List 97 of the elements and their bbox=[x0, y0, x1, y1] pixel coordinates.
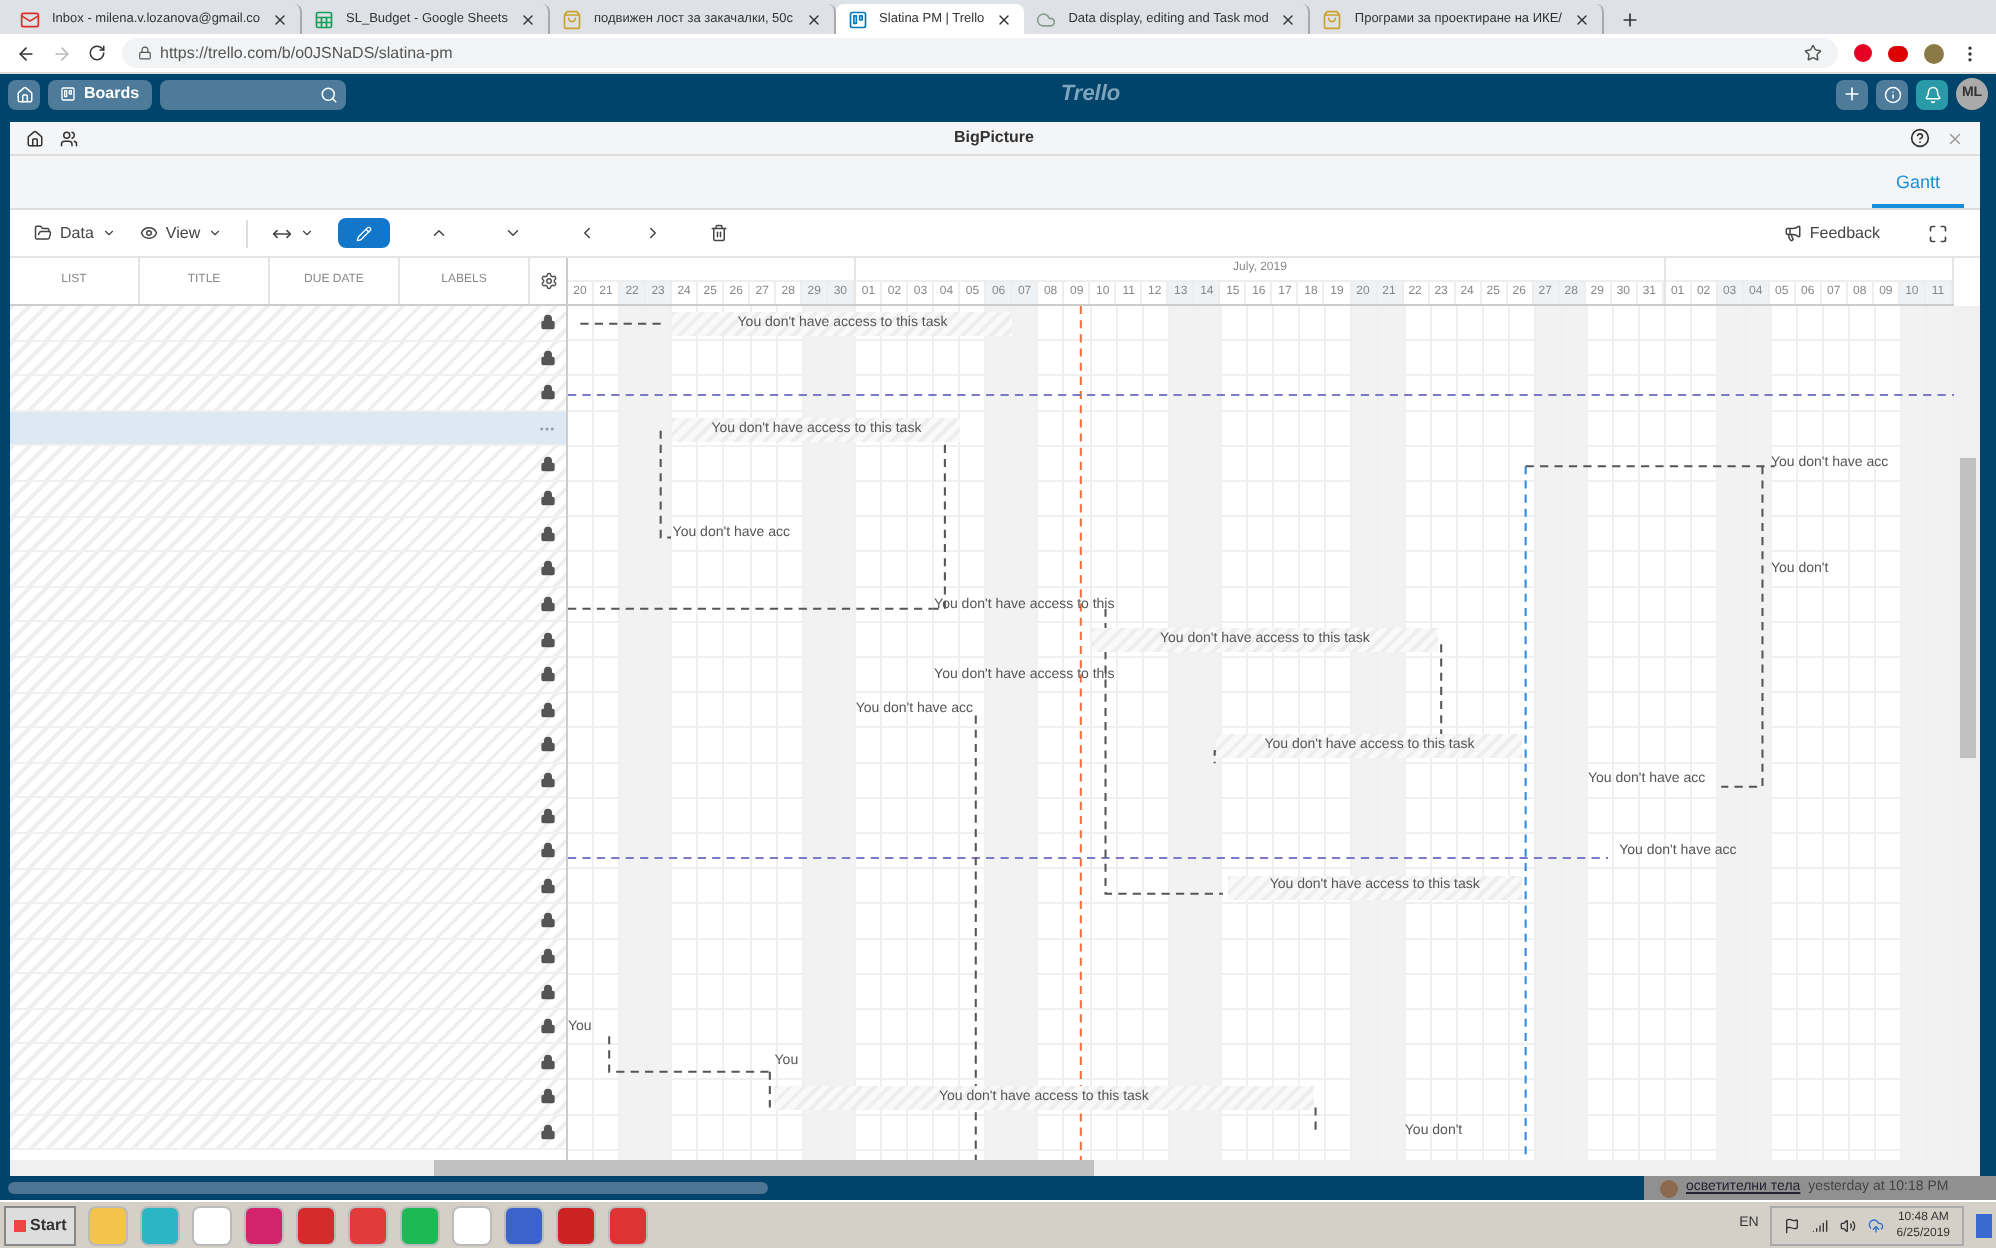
back-icon[interactable] bbox=[16, 43, 36, 63]
cloud-icon[interactable] bbox=[1868, 1217, 1885, 1233]
board-icon bbox=[60, 86, 76, 102]
pencil-icon bbox=[356, 225, 373, 241]
add-button[interactable] bbox=[1836, 79, 1868, 109]
users-icon[interactable] bbox=[60, 129, 78, 147]
mail-icon bbox=[20, 9, 40, 29]
dependency-line bbox=[659, 430, 671, 539]
lock-icon bbox=[539, 455, 555, 472]
lock-icon bbox=[138, 46, 152, 60]
flag-icon[interactable] bbox=[1784, 1217, 1801, 1233]
lock-icon bbox=[539, 736, 555, 753]
forward-icon[interactable] bbox=[52, 43, 72, 63]
close-icon[interactable] bbox=[519, 11, 536, 27]
start-button[interactable]: Start bbox=[4, 1205, 77, 1245]
move-up-icon[interactable] bbox=[430, 224, 449, 242]
lock-icon bbox=[539, 490, 555, 507]
volume-icon[interactable] bbox=[1840, 1217, 1857, 1233]
shop-icon bbox=[561, 9, 582, 29]
caret-icon bbox=[101, 226, 116, 240]
settings-icon[interactable] bbox=[539, 272, 557, 290]
folder-icon bbox=[34, 224, 52, 242]
taskbar-app-icon[interactable] bbox=[452, 1205, 493, 1245]
trello-logo[interactable]: Trello bbox=[1060, 77, 1121, 111]
shop-icon bbox=[1322, 9, 1343, 29]
dependency-line bbox=[580, 322, 667, 325]
taskbar-app-icon[interactable] bbox=[608, 1205, 649, 1245]
sheet-icon bbox=[314, 9, 335, 29]
search-field[interactable] bbox=[159, 79, 346, 109]
board-icon bbox=[847, 9, 868, 29]
lock-icon bbox=[539, 631, 555, 648]
lock-icon bbox=[539, 772, 555, 789]
network-icon[interactable] bbox=[1812, 1217, 1829, 1233]
lock-icon bbox=[539, 1018, 555, 1035]
lock-icon bbox=[539, 912, 555, 929]
lock-icon bbox=[539, 701, 555, 718]
dialog-title: BigPicture bbox=[951, 126, 1036, 150]
eye-icon bbox=[139, 224, 158, 242]
lock-icon bbox=[539, 560, 555, 577]
taskbar-app-icon[interactable] bbox=[192, 1205, 233, 1245]
bookmark-star-icon[interactable] bbox=[1804, 44, 1822, 62]
lock-icon bbox=[539, 1088, 555, 1105]
move-down-icon[interactable] bbox=[504, 224, 523, 242]
close-icon[interactable] bbox=[1280, 11, 1297, 27]
lock-icon bbox=[539, 842, 555, 859]
cloud-icon bbox=[1036, 9, 1057, 29]
close-icon[interactable] bbox=[1573, 11, 1590, 27]
view-menu-button[interactable]: View bbox=[139, 221, 223, 245]
home-icon[interactable] bbox=[26, 129, 44, 147]
close-icon[interactable] bbox=[996, 11, 1013, 27]
caret-icon bbox=[300, 226, 315, 240]
lock-icon bbox=[539, 384, 555, 401]
address-field[interactable]: https://trello.com/b/o0JSNaDS/slatina-pm bbox=[122, 38, 1838, 68]
edit-button[interactable] bbox=[338, 218, 391, 248]
lock-icon bbox=[539, 666, 555, 683]
help-icon[interactable] bbox=[1910, 128, 1930, 148]
lock-icon bbox=[539, 314, 555, 331]
taskbar-app-icon[interactable] bbox=[244, 1205, 285, 1245]
new-tab-icon[interactable] bbox=[1619, 10, 1640, 30]
close-icon[interactable] bbox=[805, 11, 822, 27]
lock-icon bbox=[539, 596, 555, 613]
dependency-line bbox=[1314, 1107, 1317, 1135]
taskbar-app-icon[interactable] bbox=[348, 1205, 389, 1245]
delete-icon[interactable] bbox=[710, 224, 729, 242]
megaphone-icon bbox=[1783, 224, 1802, 242]
lock-icon bbox=[539, 1123, 555, 1140]
lock-icon bbox=[539, 807, 555, 824]
taskbar-app-icon[interactable] bbox=[556, 1205, 597, 1245]
search-icon bbox=[319, 85, 338, 103]
show-desktop-button[interactable] bbox=[1976, 1213, 1992, 1237]
notifications-button[interactable] bbox=[1916, 79, 1948, 109]
info-button[interactable] bbox=[1876, 79, 1908, 109]
lock-icon bbox=[539, 349, 555, 366]
avatar-icon bbox=[1660, 1179, 1678, 1197]
url-text: https://trello.com/b/o0JSNaDS/slatina-pm bbox=[160, 41, 453, 65]
reload-icon[interactable] bbox=[88, 44, 106, 62]
lock-icon bbox=[539, 525, 555, 542]
caret-icon bbox=[208, 226, 223, 240]
lock-icon bbox=[539, 983, 555, 1000]
horizontal-scrollbar[interactable] bbox=[10, 1160, 1980, 1176]
feedback-button[interactable]: Feedback bbox=[1783, 221, 1880, 245]
taskbar-app-icon[interactable] bbox=[400, 1205, 441, 1245]
taskbar-app-icon[interactable] bbox=[504, 1205, 545, 1245]
fullscreen-icon[interactable] bbox=[1928, 223, 1948, 243]
bell-icon bbox=[1923, 85, 1941, 103]
home-button[interactable] bbox=[8, 79, 40, 109]
lock-icon bbox=[539, 947, 555, 964]
data-menu-button[interactable]: Data bbox=[34, 221, 116, 245]
profile-icon[interactable] bbox=[1924, 43, 1944, 63]
lock-icon bbox=[539, 1053, 555, 1070]
info-icon bbox=[1883, 85, 1901, 103]
lock-icon bbox=[539, 877, 555, 894]
taskbar-app-icon[interactable] bbox=[296, 1205, 337, 1245]
plus-icon bbox=[1842, 84, 1862, 104]
boards-button[interactable]: Boards bbox=[48, 79, 152, 109]
close-icon[interactable] bbox=[272, 11, 289, 27]
home-icon bbox=[15, 85, 33, 103]
